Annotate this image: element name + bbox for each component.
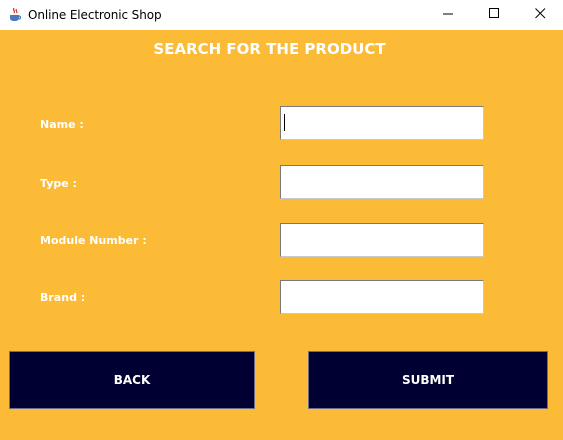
- close-button[interactable]: [517, 0, 563, 30]
- type-input[interactable]: [280, 165, 484, 199]
- maximize-button[interactable]: [471, 0, 517, 30]
- window-title: Online Electronic Shop: [28, 8, 162, 22]
- minimize-icon: [442, 6, 454, 24]
- maximize-icon: [488, 6, 500, 24]
- module-number-input[interactable]: [280, 223, 484, 257]
- type-label: Type :: [40, 177, 77, 190]
- title-bar[interactable]: Online Electronic Shop: [0, 0, 563, 30]
- submit-button[interactable]: SUBMIT: [308, 351, 548, 409]
- text-cursor: [284, 114, 285, 131]
- brand-label: Brand :: [40, 291, 86, 304]
- java-cup-icon: [8, 7, 22, 22]
- minimize-button[interactable]: [425, 0, 471, 30]
- module-number-label: Module Number :: [40, 234, 147, 247]
- name-input[interactable]: [280, 106, 484, 140]
- name-label: Name :: [40, 118, 84, 131]
- search-form-panel: SEARCH FOR THE PRODUCT Name : Type : Mod…: [0, 30, 563, 440]
- back-button[interactable]: BACK: [9, 351, 255, 409]
- close-icon: [534, 6, 546, 24]
- page-title: SEARCH FOR THE PRODUCT: [153, 40, 386, 58]
- brand-input[interactable]: [280, 280, 484, 314]
